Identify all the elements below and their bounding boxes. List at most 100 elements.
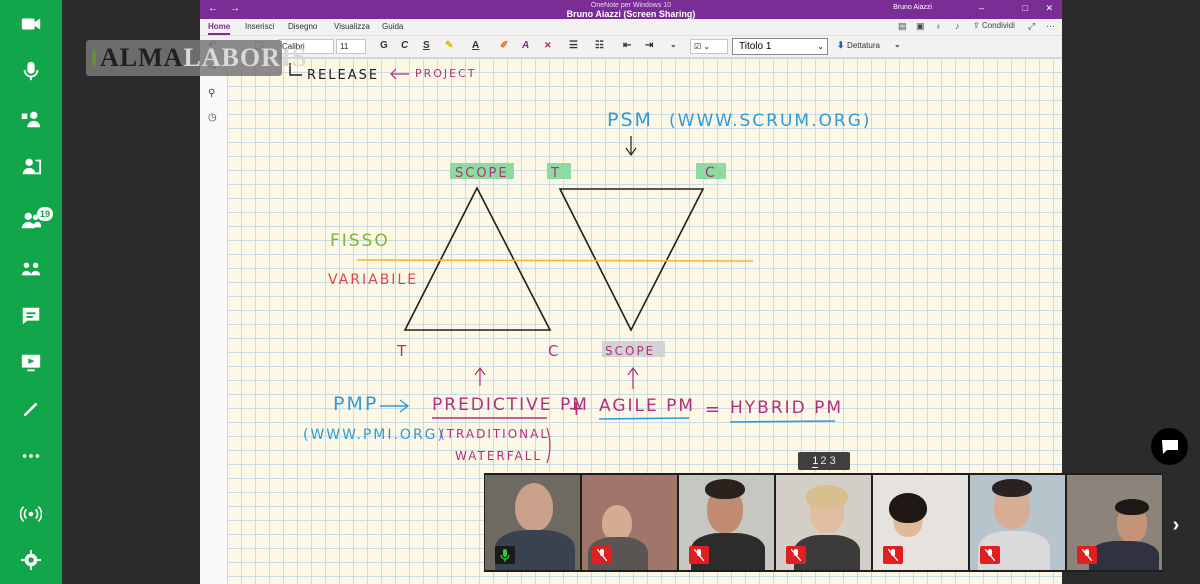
screen-share-icon[interactable] <box>0 343 62 383</box>
video-tile[interactable] <box>1067 475 1162 570</box>
ink-fisso: FISSO <box>330 231 390 251</box>
notes-icon[interactable]: ▣ <box>916 21 925 32</box>
broadcast-icon[interactable] <box>0 494 62 534</box>
participant-hair <box>1115 499 1149 515</box>
camera-icon[interactable] <box>0 4 62 44</box>
underline-button[interactable]: S <box>423 40 430 51</box>
pen-icon[interactable] <box>0 389 62 429</box>
immersive-reader-icon[interactable]: ▤ <box>898 21 907 32</box>
video-tile[interactable] <box>485 475 580 570</box>
minimize-icon[interactable]: – <box>979 3 984 13</box>
tab-draw[interactable]: Disegno <box>288 22 317 31</box>
font-size-field[interactable]: 11 <box>336 39 366 54</box>
highlight-icon[interactable]: ✎ <box>445 40 453 51</box>
dictation-chevron-icon[interactable]: ⌄ <box>894 40 901 49</box>
video-page-indicator[interactable]: 1 2 3 <box>798 452 850 470</box>
participant-hair <box>889 493 927 523</box>
numbered-list-icon[interactable]: ☷ <box>595 40 604 51</box>
ink-variabile: VARIABILE <box>328 272 418 288</box>
participants-button[interactable]: 19 <box>0 200 62 240</box>
chat-icon[interactable] <box>0 296 62 336</box>
style-label: Titolo 1 <box>739 41 772 52</box>
settings-icon[interactable] <box>0 540 62 580</box>
tab-view[interactable]: Visualizza <box>334 22 370 31</box>
triangle-fixed-scope <box>403 186 552 331</box>
ink-release: RELEASE <box>307 68 379 83</box>
recent-icon[interactable]: ◷ <box>208 112 217 123</box>
clear-format-icon[interactable]: A <box>522 40 529 51</box>
video-page-current[interactable]: 1 <box>812 455 819 468</box>
eraser-icon[interactable]: ✕ <box>544 40 552 51</box>
ink-c-top: C <box>705 165 717 181</box>
chat-bubble-icon <box>1161 439 1178 454</box>
page-tools-strip: ⇥ ⚲ ◷ <box>200 58 227 584</box>
video-tile[interactable] <box>873 475 968 570</box>
agile-up-arrow <box>627 366 639 389</box>
microphone-icon[interactable] <box>0 51 62 91</box>
tag-picker[interactable]: ☑ ⌄ <box>690 39 728 54</box>
chat-toggle-button[interactable] <box>1151 428 1188 465</box>
video-page-others[interactable]: 2 3 <box>820 455 835 467</box>
dictation-label: Dettatura <box>847 41 880 50</box>
sharing-title: Bruno Aiazzi (Screen Sharing) <box>566 9 696 19</box>
chevron-down-icon: ⌄ <box>817 42 824 51</box>
bell-icon[interactable]: ♪ <box>955 21 960 31</box>
logo-text-dark: ALMA <box>100 43 184 72</box>
participant-hair <box>992 479 1032 497</box>
participant-body <box>1089 541 1159 570</box>
tab-home[interactable]: Home <box>208 22 231 35</box>
pmp-arrow <box>380 399 410 413</box>
search-icon[interactable]: ⚲ <box>208 88 215 99</box>
close-icon[interactable]: ✕ <box>1045 3 1053 14</box>
dictation-button[interactable]: ⬇ Dettatura <box>837 40 880 51</box>
italic-button[interactable]: C <box>401 40 408 51</box>
participant-face <box>515 483 553 531</box>
ink-scope-bottom: SCOPE <box>605 344 655 358</box>
ink-agile: AGILE PM <box>599 396 695 416</box>
font-color-icon[interactable]: A <box>472 40 479 51</box>
predictive-up-arrow <box>474 366 486 386</box>
ink-psm-url: (WWW.SCRUM.ORG) <box>669 111 872 131</box>
user-card-icon[interactable] <box>0 146 62 186</box>
assign-users-icon[interactable] <box>0 99 62 139</box>
indent-icon[interactable]: ⇥ <box>645 40 653 51</box>
tab-insert[interactable]: Inserisci <box>245 22 274 31</box>
maximize-icon[interactable]: □ <box>1023 3 1028 13</box>
participants-count-badge: 19 <box>37 207 54 221</box>
tab-help[interactable]: Guida <box>382 22 403 31</box>
lightbulb-icon[interactable]: ♁ <box>935 21 942 31</box>
more-options-icon[interactable]: ⋯ <box>1046 21 1055 32</box>
triangle-fixed-time-cost <box>558 188 705 332</box>
breakout-rooms-icon[interactable] <box>0 249 62 289</box>
bold-button[interactable]: G <box>380 40 388 51</box>
mic-off-icon <box>1077 546 1097 564</box>
ink-traditional: (TRADITIONAL <box>440 427 549 441</box>
more-icon[interactable] <box>0 436 62 476</box>
mic-off-icon <box>689 546 709 564</box>
mic-off-icon <box>980 546 1000 564</box>
style-dropdown[interactable]: Titolo 1 ⌄ <box>732 38 828 55</box>
agile-underline <box>598 417 690 420</box>
format-painter-icon[interactable]: ✐ <box>500 40 508 51</box>
project-arrow <box>390 68 409 80</box>
video-tile[interactable] <box>679 475 774 570</box>
ink-c-bottom: C <box>548 342 560 360</box>
app-title: OneNote per Windows 10 <box>590 2 672 9</box>
user-name[interactable]: Bruno Aiazzi <box>893 4 932 11</box>
meeting-toolbar: 19 <box>0 0 62 584</box>
ink-project: PROJECT <box>415 67 477 80</box>
expand-icon[interactable]: ⤢ <box>1028 21 1035 32</box>
bullet-list-icon[interactable]: ☰ <box>569 40 578 51</box>
video-tile[interactable] <box>776 475 871 570</box>
next-participants-chevron-icon[interactable]: › <box>1164 500 1188 550</box>
share-label: Condividi <box>981 21 1015 30</box>
video-tile[interactable] <box>582 475 677 570</box>
participant-hair <box>806 485 848 509</box>
ink-plus: + <box>568 396 587 420</box>
share-button[interactable]: ⇪ Condividi <box>973 21 1015 30</box>
list-options-chevron-icon[interactable]: ⌄ <box>670 40 677 49</box>
hybrid-underline <box>729 420 836 423</box>
ink-scope-top: SCOPE <box>455 166 509 181</box>
video-tile[interactable] <box>970 475 1065 570</box>
outdent-icon[interactable]: ⇤ <box>623 40 631 51</box>
